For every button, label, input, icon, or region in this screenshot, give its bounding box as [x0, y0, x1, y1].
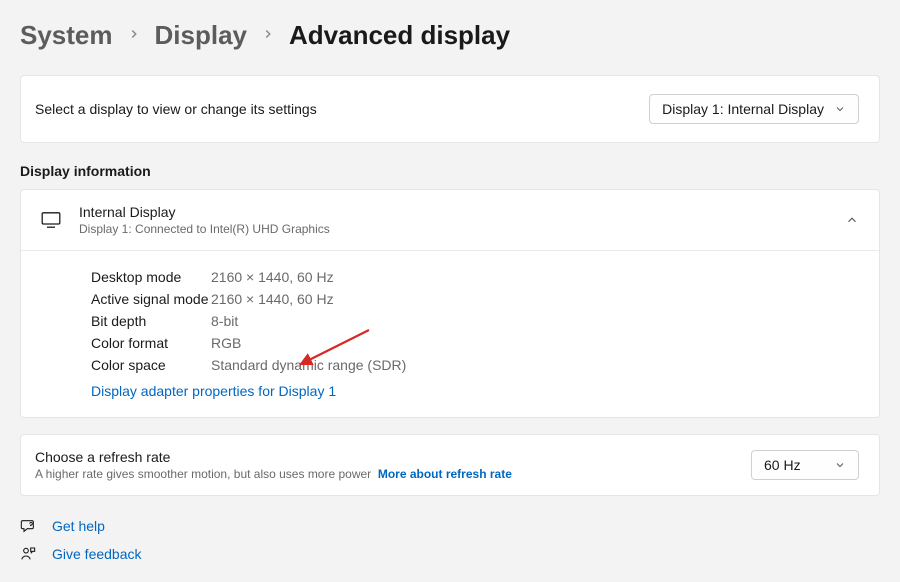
chevron-down-icon: [834, 103, 846, 115]
display-specs: Desktop mode 2160 × 1440, 60 Hz Active s…: [21, 251, 879, 417]
refresh-rate-dropdown[interactable]: 60 Hz: [751, 450, 859, 480]
refresh-rate-value: 60 Hz: [764, 457, 801, 473]
display-adapter-properties-link[interactable]: Display adapter properties for Display 1: [91, 383, 336, 399]
chevron-right-icon: [261, 27, 275, 44]
spec-label: Bit depth: [91, 313, 211, 329]
chevron-up-icon: [845, 213, 859, 227]
spec-row: Active signal mode 2160 × 1440, 60 Hz: [91, 291, 859, 307]
refresh-rate-card: Choose a refresh rate A higher rate give…: [20, 434, 880, 496]
select-display-label: Select a display to view or change its s…: [35, 101, 317, 117]
more-about-refresh-rate-link[interactable]: More about refresh rate: [378, 467, 512, 481]
get-help-link[interactable]: Get help: [20, 518, 880, 534]
refresh-rate-subtitle: A higher rate gives smoother motion, but…: [35, 467, 512, 481]
spec-label: Active signal mode: [91, 291, 211, 307]
display-info-subtitle: Display 1: Connected to Intel(R) UHD Gra…: [79, 222, 330, 236]
breadcrumb: System Display Advanced display: [20, 20, 880, 51]
give-feedback-link[interactable]: Give feedback: [20, 546, 880, 562]
spec-row: Color format RGB: [91, 335, 859, 351]
footer-links: Get help Give feedback: [20, 518, 880, 562]
select-display-card: Select a display to view or change its s…: [20, 75, 880, 143]
display-info-expander[interactable]: Internal Display Display 1: Connected to…: [21, 190, 879, 251]
display-information-header: Display information: [20, 163, 880, 179]
breadcrumb-display[interactable]: Display: [155, 20, 248, 51]
display-selector-value: Display 1: Internal Display: [662, 101, 824, 117]
spec-value: 8-bit: [211, 313, 238, 329]
display-info-card: Internal Display Display 1: Connected to…: [20, 189, 880, 418]
chevron-down-icon: [834, 459, 846, 471]
get-help-label: Get help: [52, 518, 105, 534]
spec-row: Color space Standard dynamic range (SDR): [91, 357, 859, 373]
feedback-icon: [20, 546, 36, 562]
chevron-right-icon: [127, 27, 141, 44]
spec-label: Color format: [91, 335, 211, 351]
spec-row: Bit depth 8-bit: [91, 313, 859, 329]
spec-value: Standard dynamic range (SDR): [211, 357, 406, 373]
spec-row: Desktop mode 2160 × 1440, 60 Hz: [91, 269, 859, 285]
display-selector-dropdown[interactable]: Display 1: Internal Display: [649, 94, 859, 124]
help-icon: [20, 518, 36, 534]
refresh-rate-title: Choose a refresh rate: [35, 449, 512, 465]
breadcrumb-system[interactable]: System: [20, 20, 113, 51]
spec-label: Desktop mode: [91, 269, 211, 285]
spec-value: RGB: [211, 335, 241, 351]
give-feedback-label: Give feedback: [52, 546, 142, 562]
breadcrumb-current: Advanced display: [289, 20, 510, 51]
spec-value: 2160 × 1440, 60 Hz: [211, 291, 334, 307]
spec-value: 2160 × 1440, 60 Hz: [211, 269, 334, 285]
spec-label: Color space: [91, 357, 211, 373]
display-info-title: Internal Display: [79, 204, 330, 220]
monitor-icon: [41, 212, 61, 228]
